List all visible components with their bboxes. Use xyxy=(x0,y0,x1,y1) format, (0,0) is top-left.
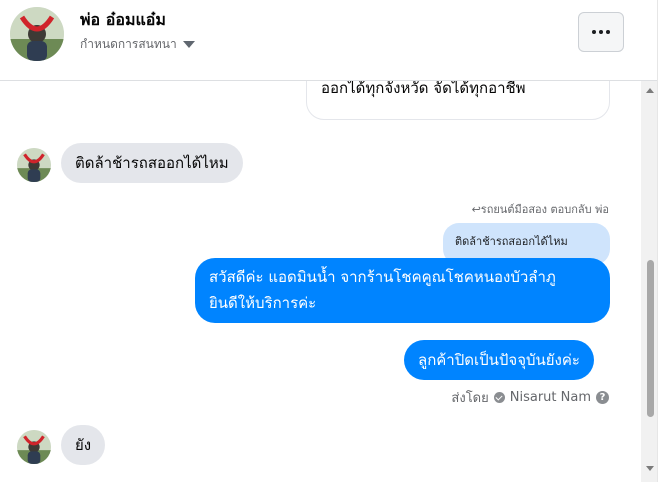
more-options-button[interactable] xyxy=(578,12,624,52)
message-text: ลูกค้าปิดเป็นปัจจุบันยังค่ะ xyxy=(418,351,580,369)
check-circle-icon xyxy=(493,392,505,403)
scroll-up-arrow-icon[interactable] xyxy=(646,88,654,93)
message-text: ออกได้ทุกจังหวัด จัดได้ทุกอาชีพ xyxy=(321,81,526,97)
sent-by-prefix: ส่งโดย xyxy=(451,391,489,406)
message-text-line1: สวัสดีค่ะ แอดมินน้ำ จากร้านโชคคูณโชคหนอง… xyxy=(209,268,556,286)
conversation-settings-label: กำหนดการสนทนา xyxy=(80,37,177,51)
conversation-settings-dropdown[interactable]: กำหนดการสนทนา xyxy=(80,35,195,54)
reply-context-label: ↩รถยนต์มือสอง ตอบกลับ พ่อ xyxy=(471,203,609,216)
message-bubble-outgoing-partial: ออกได้ทุกจังหวัด จัดได้ทุกอาชีพ xyxy=(306,81,610,120)
help-icon[interactable]: ? xyxy=(596,391,609,404)
message-text: ติดล้าช้ารถสออกได้ไหม xyxy=(75,154,229,172)
quote-text: ติดล้าช้ารถสออกได้ไหม xyxy=(455,235,568,248)
message-text-line2: ยินดีให้บริการค่ะ xyxy=(209,294,317,312)
conversation-header: พ่อ อ๋อมแอ๋ม กำหนดการสนทนา xyxy=(0,0,657,81)
contact-avatar-small[interactable] xyxy=(17,148,51,182)
window-edge xyxy=(657,0,665,482)
scroll-down-arrow-icon[interactable] xyxy=(646,466,654,471)
message-bubble-outgoing: ลูกค้าปิดเป็นปัจจุบันยังค่ะ xyxy=(404,340,594,380)
caret-down-icon xyxy=(182,41,195,48)
message-bubble-incoming: ติดล้าช้ารถสออกได้ไหม xyxy=(61,143,243,183)
more-horizontal-icon xyxy=(592,30,610,34)
contact-avatar-small[interactable] xyxy=(17,430,51,464)
scrollbar-thumb[interactable] xyxy=(647,260,654,417)
message-bubble-outgoing: สวัสดีค่ะ แอดมินน้ำ จากร้านโชคคูณโชคหนอง… xyxy=(195,258,610,323)
sent-by-name: Nisarut Nam xyxy=(509,390,591,405)
contact-avatar[interactable] xyxy=(10,7,64,61)
message-text: ยัง xyxy=(75,436,92,454)
message-thread: ออกได้ทุกจังหวัด จัดได้ทุกอาชีพ ติดล้าช้… xyxy=(0,81,657,482)
message-bubble-incoming: ยัง xyxy=(61,425,106,465)
sent-by-indicator: ส่งโดย Nisarut Nam ? xyxy=(451,387,609,408)
contact-name[interactable]: พ่อ อ๋อมแอ๋ม xyxy=(80,8,166,33)
